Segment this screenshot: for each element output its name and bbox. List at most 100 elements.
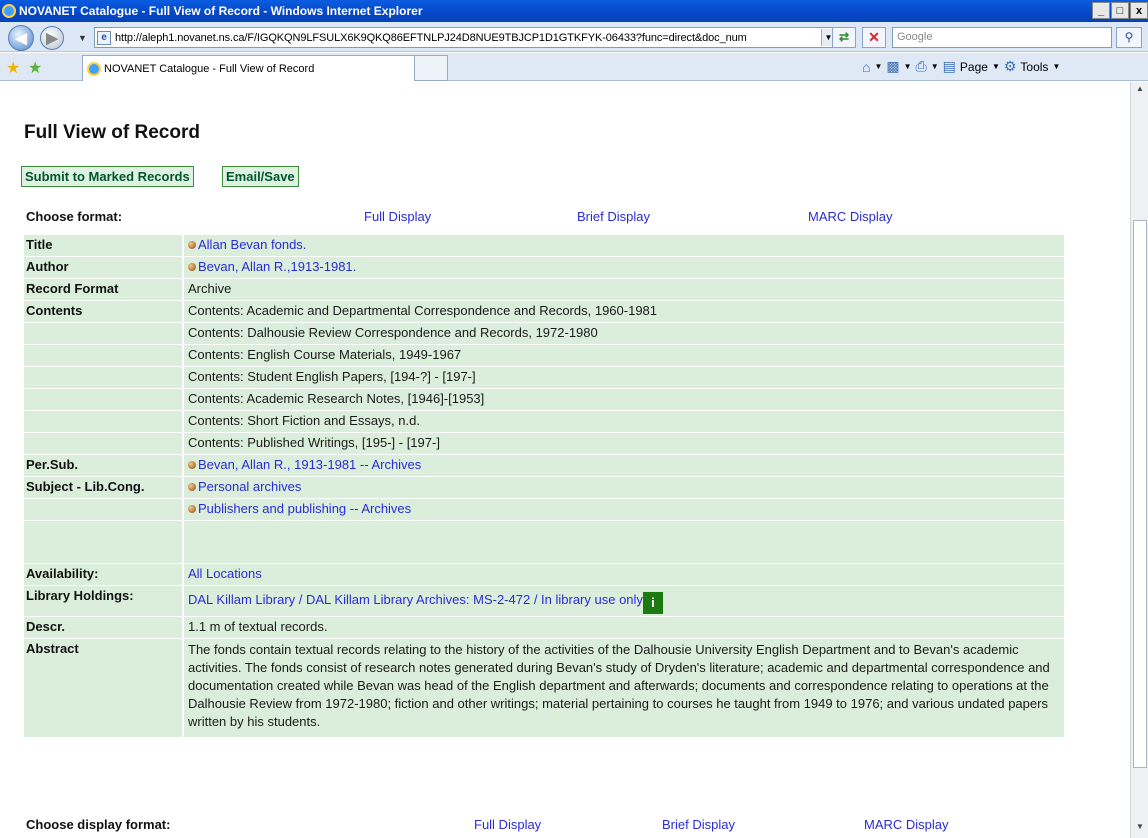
record-label: Availability: [24,564,184,585]
forward-arrow-icon[interactable]: ▶ [40,26,64,50]
tab-command-bar: ★ ★ NOVANET Catalogue - Full View of Rec… [0,53,1148,81]
record-value-link[interactable]: Bevan, Allan R.,1913-1981. [184,257,1066,278]
favorites-star-icon[interactable]: ★ [6,58,20,78]
tab-ie-icon [87,61,101,76]
vertical-scrollbar[interactable]: ▲ ▼ [1130,82,1148,838]
address-input[interactable]: e http://aleph1.novanet.ns.ca/F/IGQKQN9L… [94,27,836,48]
record-value: Contents: Academic and Departmental Corr… [184,301,1066,322]
record-label [24,521,184,563]
record-label: Descr. [24,617,184,638]
record-value-link[interactable]: Allan Bevan fonds. [184,235,1066,256]
back-arrow-icon[interactable]: ◀ [8,25,34,51]
record-value: Archive [184,279,1066,300]
record-value: Contents: Short Fiction and Essays, n.d. [184,411,1066,432]
record-row: Contents: Student English Papers, [194-?… [24,367,1066,388]
bullet-icon [188,262,196,271]
record-value: Contents: Student English Papers, [194-?… [184,367,1066,388]
record-value: Contents: Published Writings, [195-] - [… [184,433,1066,454]
brief-display-link-bottom[interactable]: Brief Display [662,817,735,832]
record-label: Title [24,235,184,256]
close-button[interactable]: x [1130,2,1148,19]
tab-current[interactable]: NOVANET Catalogue - Full View of Record [82,55,418,81]
page-menu-button[interactable]: Page [960,60,988,74]
record-value-text[interactable]: Allan Bevan fonds. [198,237,306,252]
info-icon[interactable]: i [642,592,663,614]
record-value-text: Contents: Dalhousie Review Correspondenc… [188,325,598,340]
record-row: Contents Contents: Academic and Departmen… [24,301,1066,322]
record-label [24,389,184,410]
maximize-button[interactable]: □ [1111,2,1129,19]
record-value-link[interactable]: All Locations [184,564,1066,585]
record-label: Subject - Lib.Cong. [24,477,184,498]
format-chooser-top: Choose format: Full Display Brief Displa… [24,206,1066,228]
record-value-text: Archive [188,281,232,296]
scrollbar-thumb[interactable] [1133,220,1147,768]
add-favorites-icon[interactable]: ★ [28,58,42,78]
record-value-text[interactable]: Bevan, Allan R., 1913-1981 -- Archives [198,457,421,472]
address-url[interactable]: http://aleph1.novanet.ns.ca/F/IGQKQN9LFS… [115,32,821,44]
record-row: Subject - Lib.Cong. Personal archives [24,477,1066,498]
record-value-text[interactable]: Personal archives [198,479,301,494]
record-value-text[interactable]: All Locations [188,566,262,581]
page-menu-icon: ▤ [942,58,956,74]
record-value-text: Contents: Short Fiction and Essays, n.d. [188,413,420,428]
record-value: Contents: Dalhousie Review Correspondenc… [184,323,1066,344]
record-label: Contents [24,301,184,322]
record-value-link[interactable]: Publishers and publishing -- Archives [184,499,1066,520]
record-value-text[interactable]: DAL Killam Library / DAL Killam Library … [188,592,643,607]
new-tab-button[interactable] [414,55,448,81]
record-row: Record Format Archive [24,279,1066,300]
record-row: Title Allan Bevan fonds. [24,235,1066,256]
record-row: Availability: All Locations [24,564,1066,585]
record-row: Publishers and publishing -- Archives [24,499,1066,520]
full-display-link[interactable]: Full Display [364,209,431,224]
record-label: Library Holdings: [24,586,184,616]
brief-display-link[interactable]: Brief Display [577,209,650,224]
record-row: Contents: Short Fiction and Essays, n.d. [24,411,1066,432]
home-icon[interactable]: ⌂ [862,59,870,75]
format-chooser-bottom: Choose display format: Full Display Brie… [24,814,1066,836]
tools-menu-button[interactable]: Tools [1020,60,1048,74]
record-value-text: Contents: English Course Materials, 1949… [188,347,462,362]
record-value-text: The fonds contain textual records relati… [188,642,1050,729]
record-value-link[interactable]: Bevan, Allan R., 1913-1981 -- Archives [184,455,1066,476]
bullet-icon [188,240,196,249]
record-row: Contents: Academic Research Notes, [1946… [24,389,1066,410]
record-row [24,521,1066,563]
bullet-icon [188,460,196,469]
refresh-icon[interactable]: ⇄ [832,27,856,48]
record-value: Contents: English Course Materials, 1949… [184,345,1066,366]
choose-format-label: Choose format: [26,209,123,224]
scroll-up-icon[interactable]: ▲ [1133,84,1147,98]
history-dropdown-icon[interactable]: ▼ [78,33,87,43]
scroll-down-icon[interactable]: ▼ [1133,822,1147,836]
record-row: Abstract The fonds contain textual record… [24,639,1066,737]
submit-marked-records-button[interactable]: Submit to Marked Records [21,166,194,187]
record-label [24,499,184,520]
record-label: Abstract [24,639,184,737]
email-save-button[interactable]: Email/Save [222,166,299,187]
record-value-text: Contents: Academic Research Notes, [1946… [188,391,485,406]
search-input[interactable]: Google [892,27,1112,48]
print-icon[interactable]: ⎙ [916,58,927,75]
record-value-text[interactable]: Publishers and publishing -- Archives [198,501,411,516]
feeds-icon[interactable]: ▩ [886,58,899,75]
marc-display-link[interactable]: MARC Display [808,209,893,224]
record-value-link[interactable]: DAL Killam Library / DAL Killam Library … [184,586,1066,616]
search-icon[interactable]: ⚲ [1116,27,1142,48]
marc-display-link-bottom[interactable]: MARC Display [864,817,949,832]
record-value-text[interactable]: Bevan, Allan R.,1913-1981. [198,259,356,274]
record-value-link[interactable]: Personal archives [184,477,1066,498]
record-label [24,323,184,344]
record-label [24,345,184,366]
record-row: Author Bevan, Allan R.,1913-1981. [24,257,1066,278]
full-display-link-bottom[interactable]: Full Display [474,817,541,832]
record-row: Descr. 1.1 m of textual records. [24,617,1066,638]
record-label [24,411,184,432]
record-value-text: Contents: Student English Papers, [194-?… [188,369,476,384]
choose-display-format-label: Choose display format: [26,817,171,832]
stop-icon[interactable]: ✕ [862,27,886,48]
minimize-button[interactable]: _ [1092,2,1110,19]
address-toolbar: ◀ ▶ ▼ e http://aleph1.novanet.ns.ca/F/IG… [0,22,1148,52]
record-row: Library Holdings: DAL Killam Library / DA… [24,586,1066,616]
